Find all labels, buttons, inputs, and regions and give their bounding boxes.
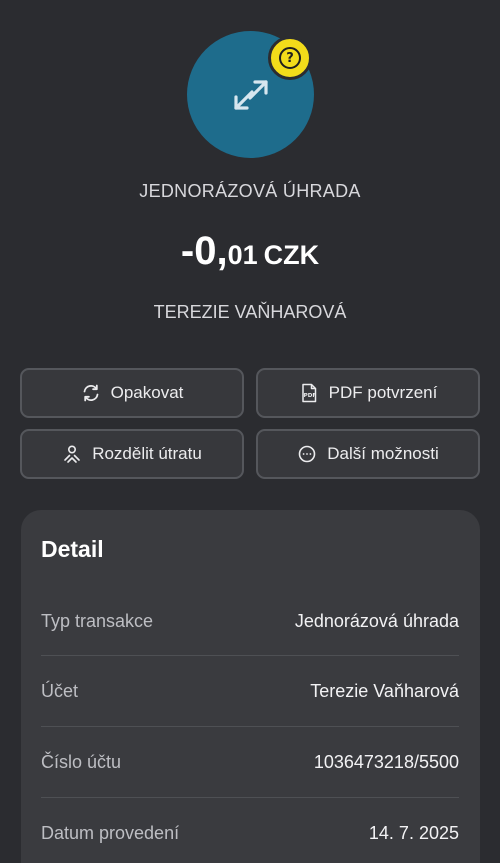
detail-card: Detail Typ transakce Jednorázová úhrada … [21, 510, 480, 863]
repeat-button-label: Opakovat [110, 383, 184, 402]
transaction-detail-screen: ? JEDNORÁZOVÁ ÚHRADA -0,01 CZK TEREZIE VA… [0, 0, 500, 863]
detail-label: Účet [41, 680, 79, 701]
detail-row-account: Účet Terezie Vaňharová [41, 656, 459, 726]
detail-value: Terezie Vaňharová [310, 680, 459, 701]
detail-row-transaction-type: Typ transakce Jednorázová úhrada [41, 586, 459, 656]
counterparty-name: TEREZIE VAŇHAROVÁ [153, 302, 347, 322]
repeat-button[interactable]: Opakovat [20, 368, 244, 418]
amount-decimal: 01 [227, 240, 258, 270]
detail-title: Detail [41, 536, 104, 562]
more-options-label: Další možnosti [327, 444, 439, 463]
pdf-confirmation-label: PDF potvrzení [328, 383, 438, 402]
split-icon [64, 445, 80, 463]
help-badge[interactable]: ? [268, 36, 312, 80]
detail-row-account-number: Číslo účtu 1036473218/5500 [41, 727, 459, 797]
detail-label: Datum provedení [41, 822, 180, 843]
amount-currency: CZK [263, 240, 320, 270]
detail-value: 14. 7. 2025 [368, 822, 459, 843]
question-mark-icon: ? [279, 47, 301, 69]
transfer-arrows-icon [233, 79, 268, 110]
pdf-icon: PDF [301, 383, 316, 403]
more-icon [298, 445, 316, 463]
detail-value: 1036473218/5500 [313, 751, 459, 772]
detail-value: Jednorázová úhrada [294, 610, 459, 631]
repeat-icon [83, 384, 99, 402]
pdf-confirmation-button[interactable]: PDF PDF potvrzení [256, 368, 480, 418]
detail-row-execution-date: Datum provedení 14. 7. 2025 [41, 798, 459, 863]
split-expense-button[interactable]: Rozdělit útratu [20, 429, 244, 479]
more-options-button[interactable]: Další možnosti [256, 429, 480, 479]
split-expense-label: Rozdělit útratu [92, 444, 202, 463]
detail-label: Číslo účtu [41, 751, 122, 772]
transaction-type: JEDNORÁZOVÁ ÚHRADA [139, 181, 361, 201]
svg-text:PDF: PDF [303, 393, 316, 399]
amount-integer: -0, [180, 229, 228, 273]
detail-label: Typ transakce [41, 610, 154, 631]
transaction-amount: -0,01 CZK [0, 229, 500, 274]
